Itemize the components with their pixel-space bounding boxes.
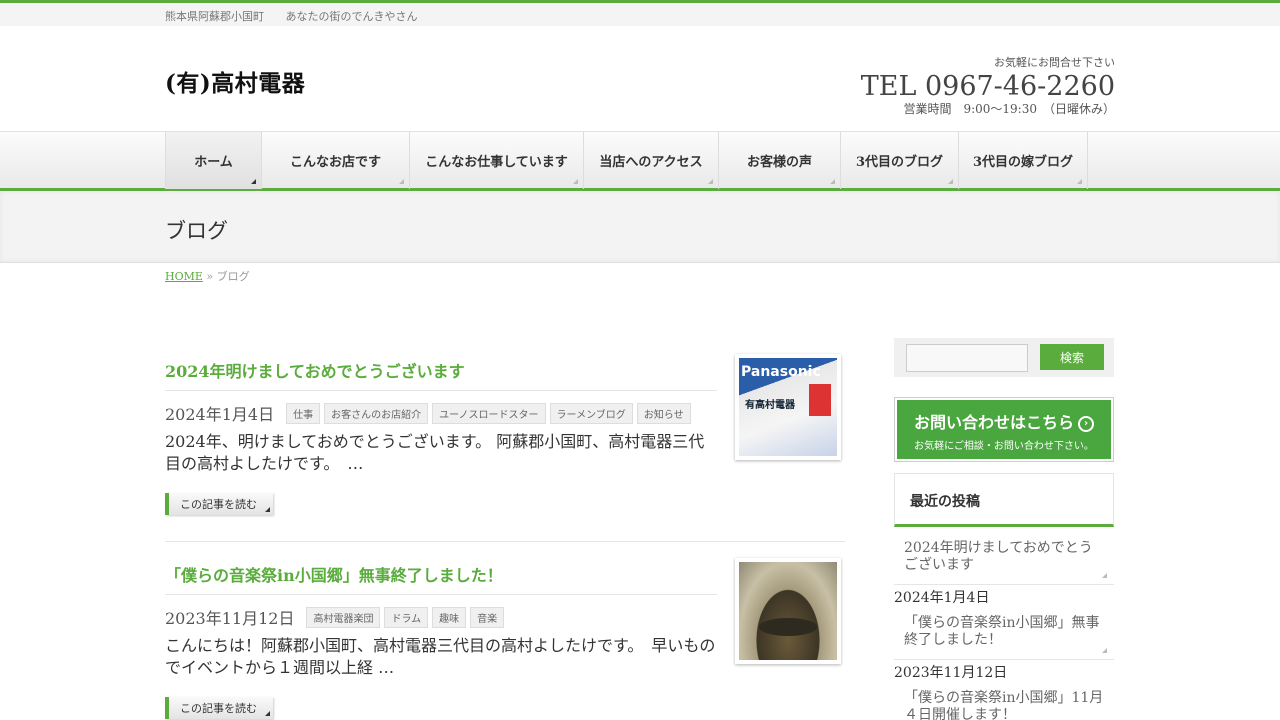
- concert-photo: [739, 562, 837, 660]
- arrow-circle-icon: ›: [1078, 416, 1094, 432]
- contact-banner[interactable]: お問い合わせはこちら › お気軽にご相談・お問い合わせ下さい。: [894, 397, 1114, 462]
- contact-banner-subtitle: お気軽にご相談・お問い合わせ下さい。: [914, 441, 1094, 452]
- post-meta: 2024年1月4日 仕事 お客さんのお店紹介 ユーノスロードスター ラーメンブロ…: [165, 401, 717, 425]
- site-logo[interactable]: (有)高村電器: [165, 64, 305, 98]
- contact-banner-title: お問い合わせはこちら: [913, 413, 1074, 432]
- page-title-bar: ブログ: [0, 191, 1280, 263]
- nav-label: こんなお仕事しています: [425, 155, 568, 170]
- post-thumbnail[interactable]: Panasonic 有高村電器: [735, 354, 841, 460]
- contact-info: お気軽にお問合せ下さい TEL 0967-46-2260 営業時間 9:00～1…: [861, 54, 1115, 117]
- phone-number: TEL 0967-46-2260: [860, 71, 1115, 102]
- post-meta: 2023年11月12日 高村電器楽団 ドラム 趣味 音楽: [165, 605, 717, 629]
- read-more-label: この記事を読む: [180, 702, 257, 715]
- business-hours: 営業時間 9:00～19:30 （日曜休み）: [903, 102, 1115, 116]
- corner-arrow-icon: [708, 179, 713, 184]
- post-date: 2023年11月12日: [165, 609, 295, 628]
- post-tag[interactable]: ラーメンブログ: [549, 402, 633, 424]
- site-header: (有)高村電器 お気軽にお問合せ下さい TEL 0967-46-2260 営業時…: [0, 26, 1280, 132]
- search-button[interactable]: 検索: [1040, 344, 1104, 370]
- page-title: ブログ: [165, 219, 228, 243]
- corner-arrow-icon: [251, 179, 256, 184]
- recent-post-link[interactable]: 「僕らの音楽祭in小国郷」11月４日開催します！: [894, 680, 1114, 720]
- recent-post-title: 「僕らの音楽祭in小国郷」無事終了しました！: [904, 615, 1100, 648]
- post-thumbnail[interactable]: [735, 558, 841, 664]
- post-tag[interactable]: 趣味: [432, 606, 467, 628]
- post-tag[interactable]: ドラム: [384, 606, 429, 628]
- blog-post: 「僕らの音楽祭in小国郷」無事終了しました！ 2023年11月12日 高村電器楽…: [165, 558, 845, 719]
- recent-posts-header: 最近の投稿: [894, 473, 1114, 527]
- post-title[interactable]: 2024年明けましておめでとうございます: [165, 358, 717, 391]
- nav-item-about-shop[interactable]: こんなお店です: [262, 132, 410, 189]
- post-excerpt: こんにちは！阿蘇郡小国町、高村電器三代目の高村よしたけです。 早いものでイベント…: [165, 636, 716, 677]
- nav-label: ホーム: [194, 155, 233, 170]
- top-info-bar: 熊本県阿蘇郡小国町 あなたの街のでんきやさん: [0, 0, 1280, 26]
- corner-arrow-icon: [948, 179, 953, 184]
- recent-post-date: 2024年1月4日: [894, 590, 990, 606]
- read-more-button[interactable]: この記事を読む: [165, 493, 273, 515]
- recent-posts-title: 最近の投稿: [910, 494, 980, 510]
- corner-arrow-icon: [1102, 573, 1107, 578]
- photo-poster: [809, 384, 831, 416]
- location-text: 熊本県阿蘇郡小国町: [165, 10, 264, 23]
- corner-arrow-icon: [573, 179, 578, 184]
- nav-label: お客様の声: [746, 155, 812, 170]
- breadcrumb-home-link[interactable]: HOME: [165, 270, 203, 283]
- post-tag[interactable]: ユーノスロードスター: [432, 402, 546, 424]
- nav-item-home[interactable]: ホーム: [166, 132, 262, 189]
- nav-item-testimonials[interactable]: お客様の声: [719, 132, 841, 189]
- breadcrumb-current: ブログ: [216, 270, 250, 283]
- recent-post-date: 2023年11月12日: [894, 665, 1008, 681]
- post-title[interactable]: 「僕らの音楽祭in小国郷」無事終了しました！: [165, 562, 717, 595]
- blog-post: 2024年明けましておめでとうございます 2024年1月4日 仕事 お客さんのお…: [165, 354, 845, 515]
- nav-label: こんなお店です: [289, 155, 381, 170]
- photo-shop-text: 有高村電器: [745, 400, 795, 411]
- main-navigation: ホーム こんなお店です こんなお仕事しています 当店へのアクセス お客様の声 3…: [0, 131, 1280, 191]
- recent-posts-list: 2024年明けましておめでとうございます 2024年1月4日 「僕らの音楽祭in…: [894, 530, 1114, 720]
- recent-post-title: 「僕らの音楽祭in小国郷」11月４日開催します！: [904, 690, 1104, 720]
- contact-banner-inner: お問い合わせはこちら › お気軽にご相談・お問い合わせ下さい。: [897, 400, 1111, 459]
- post-tag[interactable]: お客さんのお店紹介: [324, 402, 429, 424]
- read-more-label: この記事を読む: [180, 498, 257, 511]
- post-tag[interactable]: 音楽: [470, 606, 505, 628]
- corner-arrow-icon: [265, 507, 270, 512]
- post-tag[interactable]: お知らせ: [636, 402, 691, 424]
- read-more-button[interactable]: この記事を読む: [165, 697, 273, 719]
- photo-stage: [759, 618, 817, 636]
- nav-label: 3代目の嫁ブログ: [972, 155, 1074, 170]
- search-input[interactable]: [906, 344, 1028, 372]
- search-widget: 検索: [894, 338, 1114, 377]
- post-tag[interactable]: 仕事: [286, 402, 321, 424]
- corner-arrow-icon: [1077, 179, 1082, 184]
- nav-item-services[interactable]: こんなお仕事しています: [410, 132, 584, 189]
- nav-item-blog[interactable]: 3代目のブログ: [841, 132, 959, 189]
- photo-brand-text: Panasonic: [741, 364, 821, 380]
- recent-post-link[interactable]: 2024年明けましておめでとうございます: [894, 530, 1114, 585]
- nav-item-access[interactable]: 当店へのアクセス: [584, 132, 719, 189]
- recent-post-title: 2024年明けましておめでとうございます: [904, 540, 1093, 573]
- breadcrumb: HOME » ブログ: [165, 268, 250, 284]
- nav-label: 3代目のブログ: [855, 155, 944, 170]
- post-excerpt: 2024年、明けましておめでとうございます。 阿蘇郡小国町、高村電器三代目の高村…: [165, 432, 705, 473]
- contact-banner-heading: お問い合わせはこちら ›: [897, 409, 1111, 433]
- corner-arrow-icon: [265, 711, 270, 716]
- tagline-text: あなたの街のでんきやさん: [285, 10, 418, 23]
- post-tag[interactable]: 高村電器楽団: [306, 606, 381, 628]
- post-divider: [165, 541, 845, 542]
- post-date: 2024年1月4日: [165, 405, 275, 424]
- contact-note: お気軽にお問合せ下さい: [994, 56, 1115, 69]
- nav-label: 当店へのアクセス: [599, 155, 703, 170]
- corner-arrow-icon: [1102, 648, 1107, 653]
- breadcrumb-separator: »: [206, 270, 214, 283]
- corner-arrow-icon: [830, 179, 835, 184]
- nav-item-wife-blog[interactable]: 3代目の嫁ブログ: [959, 132, 1088, 189]
- corner-arrow-icon: [399, 179, 404, 184]
- storefront-photo: Panasonic 有高村電器: [739, 358, 837, 456]
- recent-post-link[interactable]: 「僕らの音楽祭in小国郷」無事終了しました！: [894, 605, 1114, 660]
